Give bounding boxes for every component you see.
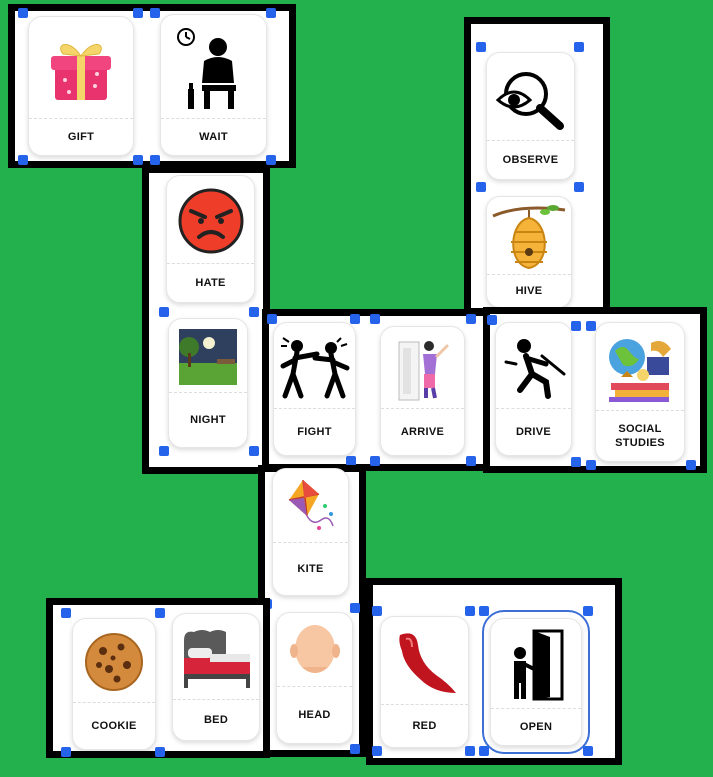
resize-handle[interactable] — [350, 314, 360, 324]
card-label: BED — [173, 699, 259, 740]
card-label: SOCIAL STUDIES — [596, 410, 684, 461]
card-social-studies[interactable]: SOCIAL STUDIES — [595, 322, 685, 462]
card-label: NIGHT — [169, 392, 247, 447]
card-bed[interactable]: BED — [172, 613, 260, 741]
card-label: COOKIE — [73, 702, 155, 749]
resize-handle[interactable] — [574, 182, 584, 192]
resize-handle[interactable] — [476, 182, 486, 192]
resize-handle[interactable] — [133, 155, 143, 165]
resize-handle[interactable] — [583, 746, 593, 756]
resize-handle[interactable] — [465, 746, 475, 756]
resize-handle[interactable] — [586, 460, 596, 470]
resize-handle[interactable] — [61, 747, 71, 757]
resize-handle[interactable] — [350, 744, 360, 754]
resize-handle[interactable] — [18, 8, 28, 18]
card-label: KITE — [273, 542, 348, 595]
card-drive[interactable]: DRIVE — [495, 322, 572, 456]
card-kite[interactable]: KITE — [272, 468, 349, 596]
resize-handle[interactable] — [574, 42, 584, 52]
resize-handle[interactable] — [370, 314, 380, 324]
resize-handle[interactable] — [466, 456, 476, 466]
card-night[interactable]: NIGHT — [168, 318, 248, 448]
cookie-icon — [73, 619, 155, 705]
resize-handle[interactable] — [571, 457, 581, 467]
person-waiting-clock-icon — [161, 15, 266, 121]
resize-handle[interactable] — [465, 606, 475, 616]
card-label: FIGHT — [274, 408, 355, 455]
card-hive[interactable]: HIVE — [486, 196, 572, 308]
resize-handle[interactable] — [267, 314, 277, 324]
resize-handle[interactable] — [155, 608, 165, 618]
resize-handle[interactable] — [370, 456, 380, 466]
card-label: HIVE — [487, 274, 571, 307]
gift-box-icon — [29, 17, 133, 121]
person-at-door-icon — [381, 327, 464, 411]
resize-handle[interactable] — [686, 460, 696, 470]
resize-handle[interactable] — [61, 608, 71, 618]
two-people-fighting-icon — [274, 323, 355, 411]
resize-handle[interactable] — [249, 307, 259, 317]
resize-handle[interactable] — [155, 747, 165, 757]
card-fight[interactable]: FIGHT — [273, 322, 356, 456]
card-open[interactable]: OPEN — [482, 610, 590, 754]
resize-handle[interactable] — [372, 746, 382, 756]
card-cookie[interactable]: COOKIE — [72, 618, 156, 750]
resize-handle[interactable] — [249, 446, 259, 456]
card-label: OPEN — [491, 708, 581, 745]
card-label: HEAD — [277, 686, 352, 743]
resize-handle[interactable] — [266, 155, 276, 165]
resize-handle[interactable] — [159, 446, 169, 456]
red-paint-stroke-icon — [381, 617, 468, 707]
card-head[interactable]: HEAD — [276, 612, 353, 744]
card-label: DRIVE — [496, 408, 571, 455]
resize-handle[interactable] — [479, 746, 489, 756]
card-label: RED — [381, 704, 468, 747]
resize-handle[interactable] — [586, 321, 596, 331]
beehive-icon — [487, 197, 571, 277]
kite-icon — [273, 469, 348, 545]
night-park-icon — [169, 319, 247, 395]
card-observe[interactable]: OBSERVE — [486, 52, 575, 180]
resize-handle[interactable] — [487, 315, 497, 325]
card-arrive[interactable]: ARRIVE — [380, 326, 465, 456]
person-opening-door-icon — [491, 619, 581, 711]
card-wait[interactable]: WAIT — [160, 14, 267, 156]
card-label: GIFT — [29, 118, 133, 155]
person-driving-icon — [496, 323, 571, 411]
globe-books-icon — [596, 323, 684, 413]
resize-handle[interactable] — [466, 314, 476, 324]
resize-handle[interactable] — [266, 8, 276, 18]
resize-handle[interactable] — [476, 42, 486, 52]
card-hate[interactable]: HATE — [166, 175, 255, 303]
resize-handle[interactable] — [133, 8, 143, 18]
card-label: OBSERVE — [487, 140, 574, 179]
resize-handle[interactable] — [18, 155, 28, 165]
angry-face-icon — [167, 176, 254, 266]
card-gift[interactable]: GIFT — [28, 16, 134, 156]
resize-handle[interactable] — [350, 603, 360, 613]
card-red[interactable]: RED — [380, 616, 469, 748]
resize-handle[interactable] — [583, 606, 593, 616]
resize-handle[interactable] — [159, 307, 169, 317]
bed-icon — [173, 614, 259, 702]
eye-magnifier-icon — [487, 53, 574, 143]
resize-handle[interactable] — [150, 155, 160, 165]
card-label: WAIT — [161, 118, 266, 155]
resize-handle[interactable] — [571, 321, 581, 331]
card-label: HATE — [167, 263, 254, 302]
resize-handle[interactable] — [150, 8, 160, 18]
bald-head-icon — [277, 613, 352, 689]
resize-handle[interactable] — [372, 606, 382, 616]
resize-handle[interactable] — [479, 606, 489, 616]
card-label: ARRIVE — [381, 408, 464, 455]
